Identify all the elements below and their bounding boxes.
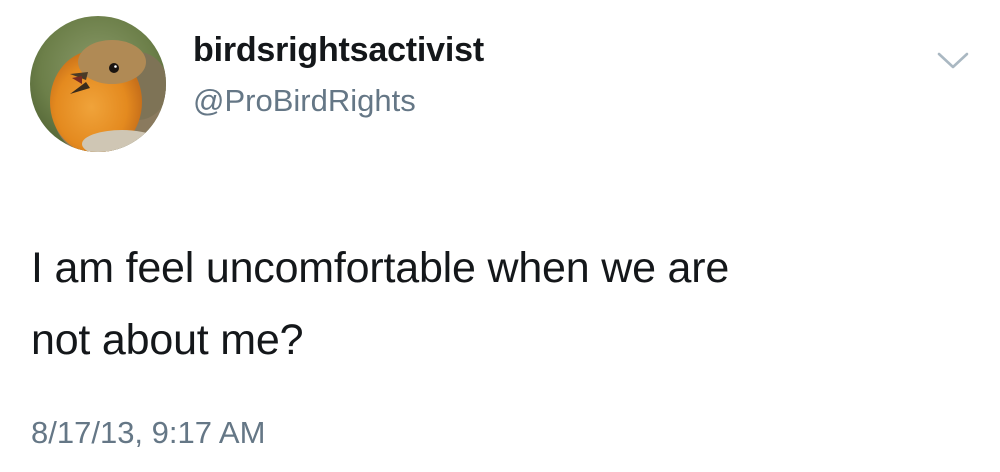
display-name[interactable]: birdsrightsactivist <box>193 30 484 70</box>
chevron-down-icon <box>937 52 969 69</box>
tweet-menu-button[interactable] <box>936 48 970 72</box>
timestamp[interactable]: 8/17/13, 9:17 AM <box>31 414 265 452</box>
robin-avatar-icon <box>30 16 166 152</box>
tweet-text-line: I am feel uncomfortable when we are <box>31 244 730 292</box>
tweet-text-line: not about me? <box>31 316 304 364</box>
avatar[interactable] <box>30 16 166 152</box>
tweet-text: I am feel uncomfortable when we are not … <box>31 232 971 376</box>
tweet-card: birdsrightsactivist @ProBirdRights I am … <box>0 0 1000 472</box>
user-handle[interactable]: @ProBirdRights <box>193 82 416 120</box>
